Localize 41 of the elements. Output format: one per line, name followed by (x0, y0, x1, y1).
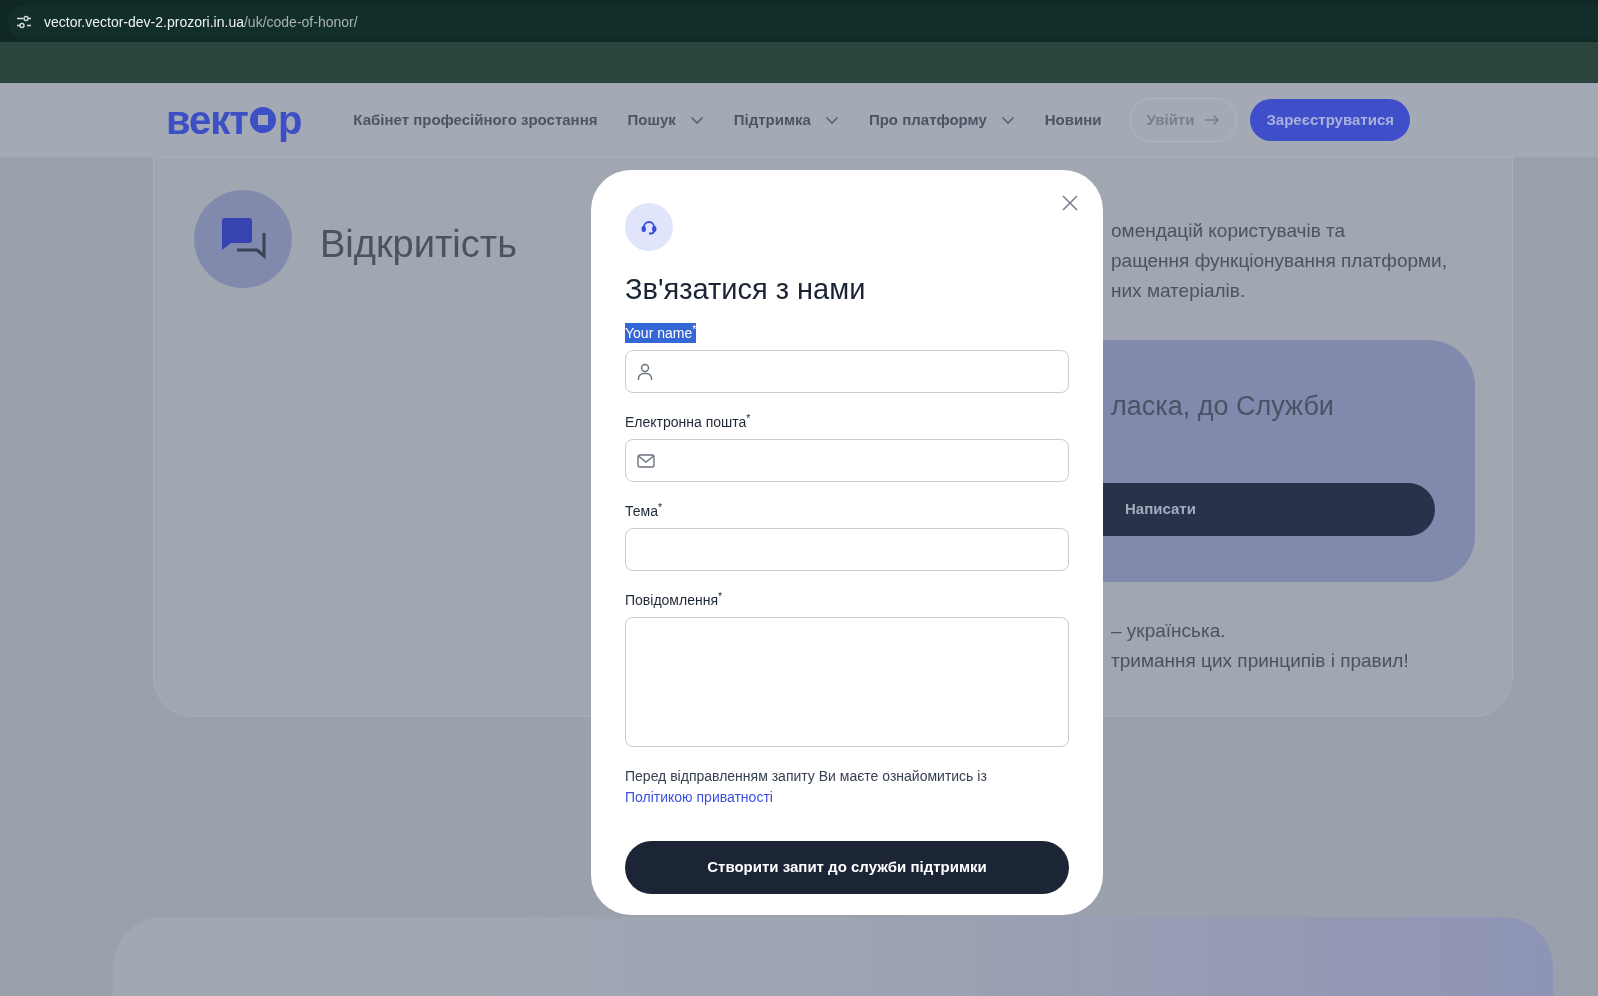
nav-link[interactable]: Новини (1044, 108, 1102, 132)
site-settings-icon[interactable] (16, 15, 32, 29)
body-text: омендацій користувачів та (1110, 219, 1347, 243)
submit-button[interactable]: Створити запит до служби підтримки (625, 841, 1069, 894)
dialog-title: Зв'язатися з нами (625, 272, 867, 307)
url-path: /uk/code-of-honor/ (244, 12, 358, 32)
person-icon (637, 362, 653, 381)
envelope-icon (637, 453, 655, 468)
body-text: них матеріалів. (1110, 279, 1247, 303)
body-text: – українська. (1110, 619, 1227, 643)
logo-mark-icon (247, 105, 278, 135)
body-text: ращення функціонування платформи, (1110, 249, 1448, 273)
name-field[interactable] (625, 350, 1069, 393)
nav-link[interactable]: Кабінет професійного зростання (353, 108, 598, 132)
field-label: Тема$^{*}$ (625, 501, 663, 521)
register-button[interactable]: Зареєструватися (1250, 99, 1410, 141)
section-title: Відкритість (320, 222, 517, 267)
nav-link[interactable]: Пошук (627, 108, 704, 132)
panel-title: ласка, до Служби (1111, 390, 1335, 423)
logo[interactable]: вект р (166, 100, 302, 140)
nav-link[interactable]: Підтримка (733, 108, 839, 132)
chevron-down-icon (824, 115, 839, 125)
field-label: Your name$^{*}$ (625, 323, 697, 343)
address-bar[interactable]: vector.vector-dev-2.prozori.in.ua/uk/code-of-honor/ (8, 5, 1598, 39)
url-host: vector.vector-dev-2.prozori.in.ua (44, 12, 244, 32)
field-label: Електронна пошта$^{*}$ (625, 412, 751, 432)
chevron-down-icon (689, 115, 704, 125)
body-text: тримання цих принципів і правил! (1110, 649, 1410, 673)
logo-text: вект (166, 100, 248, 140)
field-label: Повідомлення$^{*}$ (625, 590, 723, 610)
privacy-policy-link[interactable]: Політикою приватності (625, 787, 773, 808)
email-field[interactable] (625, 439, 1069, 482)
message-field[interactable] (625, 617, 1069, 747)
headset-icon (625, 203, 673, 251)
logo-text: р (277, 100, 302, 140)
nav-link[interactable]: Про платформу (868, 108, 1015, 132)
privacy-notice: Перед відправленням запиту Ви маєте ознайомитись із (625, 767, 988, 786)
close-button[interactable] (1060, 193, 1080, 213)
arrow-right-icon (1204, 114, 1221, 126)
chevron-down-icon (1000, 115, 1015, 125)
subject-field[interactable] (625, 528, 1069, 571)
